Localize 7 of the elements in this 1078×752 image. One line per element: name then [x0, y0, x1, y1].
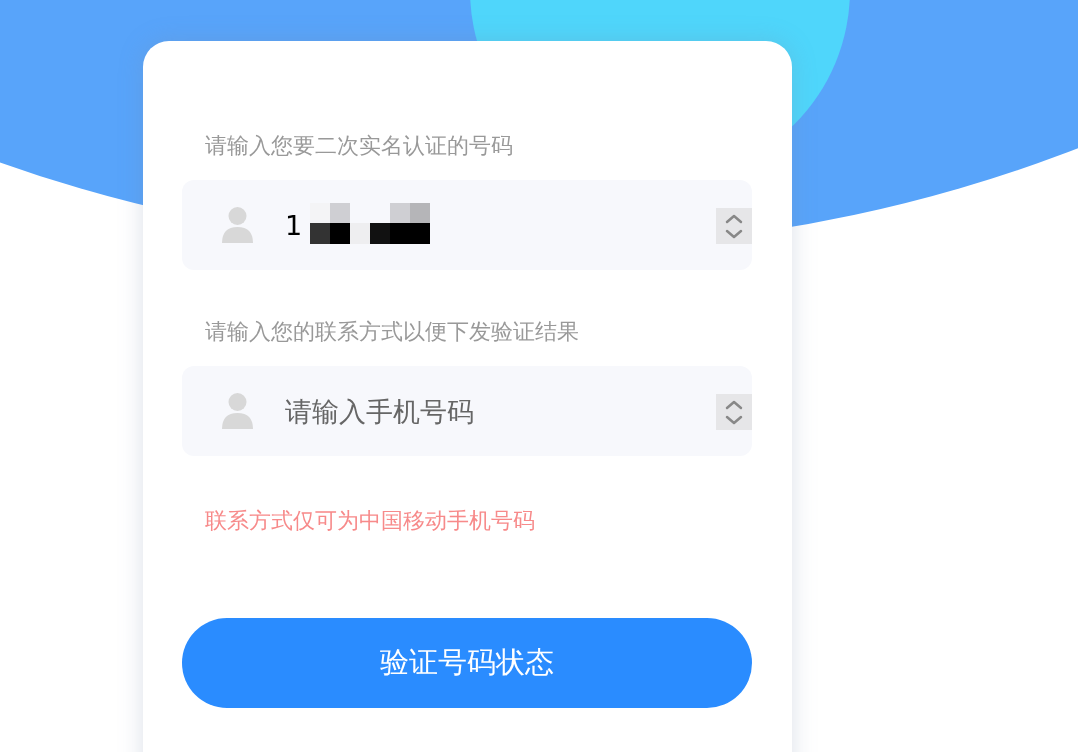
field-label: 请输入您的联系方式以便下发验证结果	[205, 318, 580, 346]
spinner-control[interactable]	[716, 208, 752, 244]
phone-input-field[interactable]: 1	[182, 180, 752, 270]
spinner-control[interactable]	[716, 394, 752, 430]
field-label: 请输入您要二次实名认证的号码	[205, 132, 514, 160]
notice-text: 联系方式仅可为中国移动手机号码	[205, 507, 536, 535]
phone-input-field[interactable]: 请输入手机号码	[182, 366, 752, 456]
